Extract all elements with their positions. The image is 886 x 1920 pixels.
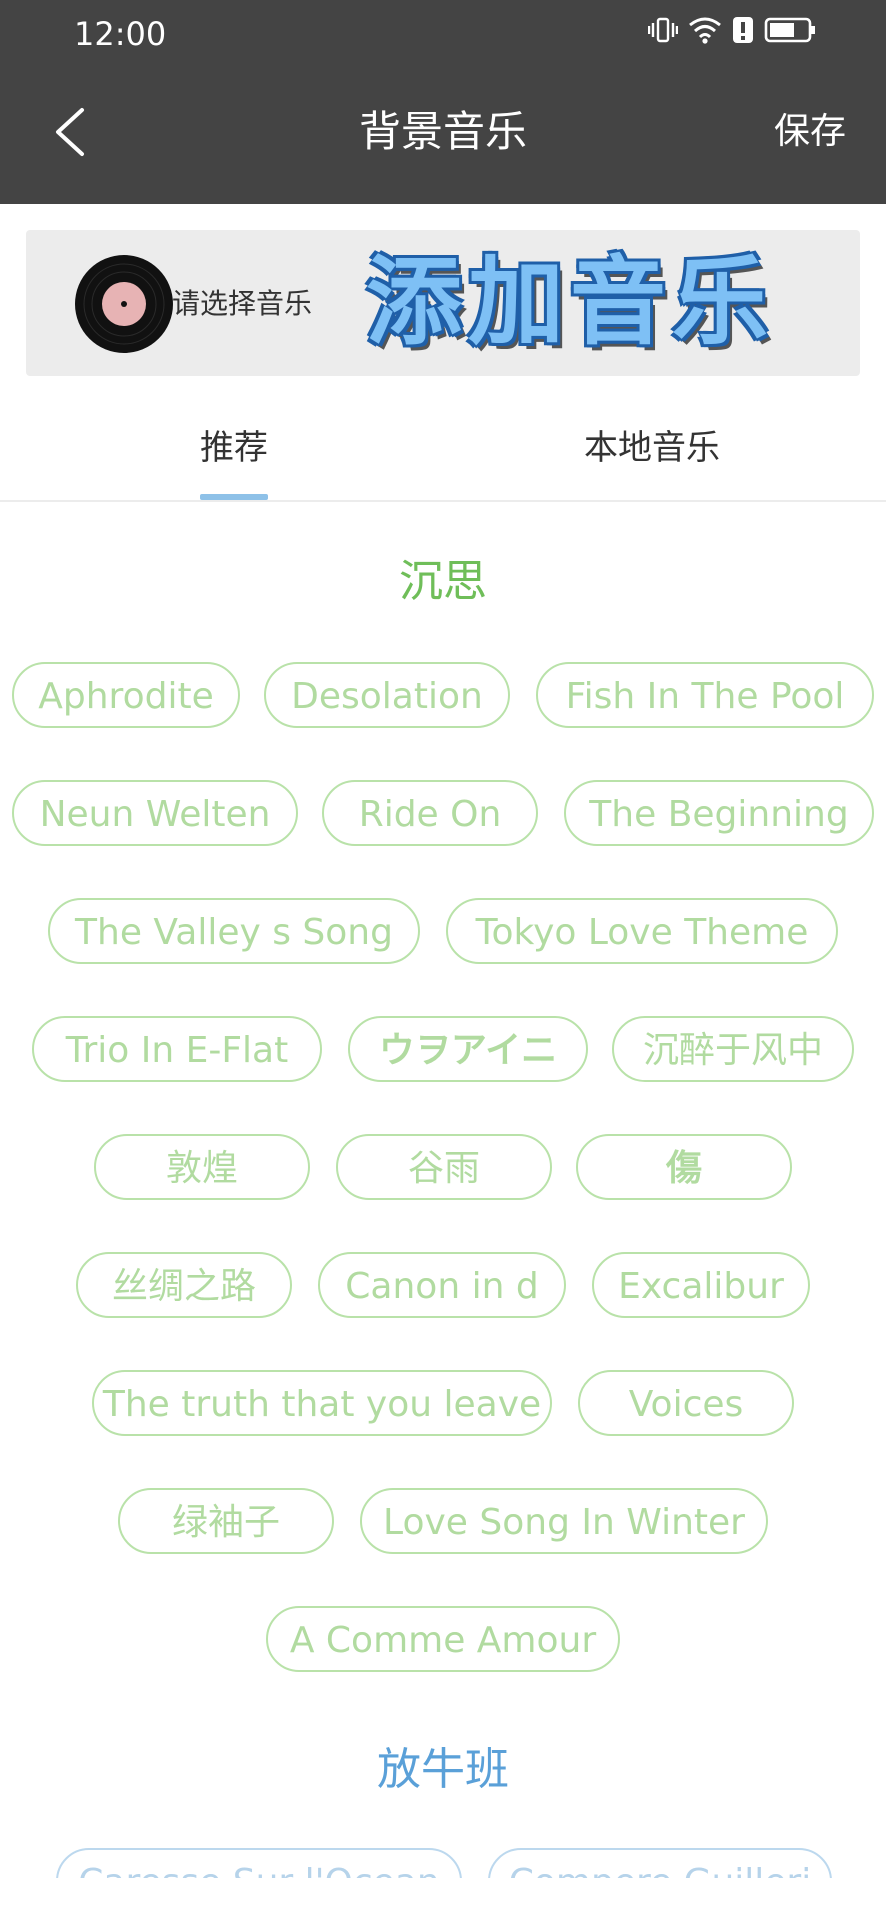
wifi-icon	[689, 17, 721, 44]
status-icons	[648, 16, 816, 44]
tab-local-music[interactable]: 本地音乐	[584, 424, 720, 472]
music-chip[interactable]: Canon in d	[318, 1252, 566, 1318]
music-chip[interactable]: Fish In The Pool	[536, 662, 874, 728]
tab-recommended[interactable]: 推荐	[200, 424, 268, 472]
music-chip[interactable]: 谷雨	[336, 1134, 552, 1200]
music-chip[interactable]: 敦煌	[94, 1134, 310, 1200]
music-chip[interactable]: 傷	[576, 1134, 792, 1200]
music-chip[interactable]: 沉醉于风中	[612, 1016, 854, 1082]
battery-icon	[764, 17, 815, 43]
page-title: 背景音乐	[358, 107, 527, 156]
save-button[interactable]: 保存	[774, 106, 846, 158]
section-title-chensi: 沉思	[399, 556, 487, 607]
music-chip[interactable]: Excalibur	[592, 1252, 810, 1318]
alert-icon	[733, 17, 753, 43]
music-chip[interactable]: Voices	[578, 1370, 794, 1436]
music-chip[interactable]: Neun Welten	[12, 780, 298, 846]
music-chip[interactable]: 绿袖子	[118, 1488, 334, 1554]
music-chip[interactable]: ウヲアイニ	[348, 1016, 588, 1082]
music-chip[interactable]: The Valley s Song	[48, 898, 420, 964]
music-chip[interactable]: Desolation	[264, 662, 510, 728]
music-chip[interactable]: Tokyo Love Theme	[446, 898, 838, 964]
music-chip[interactable]: Ride On	[322, 780, 538, 846]
vinyl-record-icon	[75, 255, 173, 353]
music-chip[interactable]: Love Song In Winter	[360, 1488, 768, 1554]
tab-divider	[0, 500, 886, 502]
status-time: 12:00	[74, 15, 167, 53]
music-chip[interactable]: Trio In E-Flat	[32, 1016, 322, 1082]
music-chip[interactable]: Aphrodite	[12, 662, 240, 728]
app-header: 12:00 背景音乐 保存	[0, 0, 886, 204]
music-chip[interactable]: The truth that you leave	[92, 1370, 552, 1436]
music-chip[interactable]: A Comme Amour	[266, 1606, 620, 1672]
select-music-hint: 请选择音乐	[172, 287, 313, 320]
music-chip[interactable]: 丝绸之路	[76, 1252, 292, 1318]
scroll-fade	[0, 1878, 886, 1920]
add-music-button[interactable]: 添加音乐	[366, 244, 774, 360]
add-music-banner[interactable]: 请选择音乐 添加音乐	[26, 230, 860, 376]
music-chip[interactable]: The Beginning	[564, 780, 874, 846]
section-title-fangniuban: 放牛班	[377, 1744, 509, 1795]
vibrate-icon	[648, 17, 678, 43]
